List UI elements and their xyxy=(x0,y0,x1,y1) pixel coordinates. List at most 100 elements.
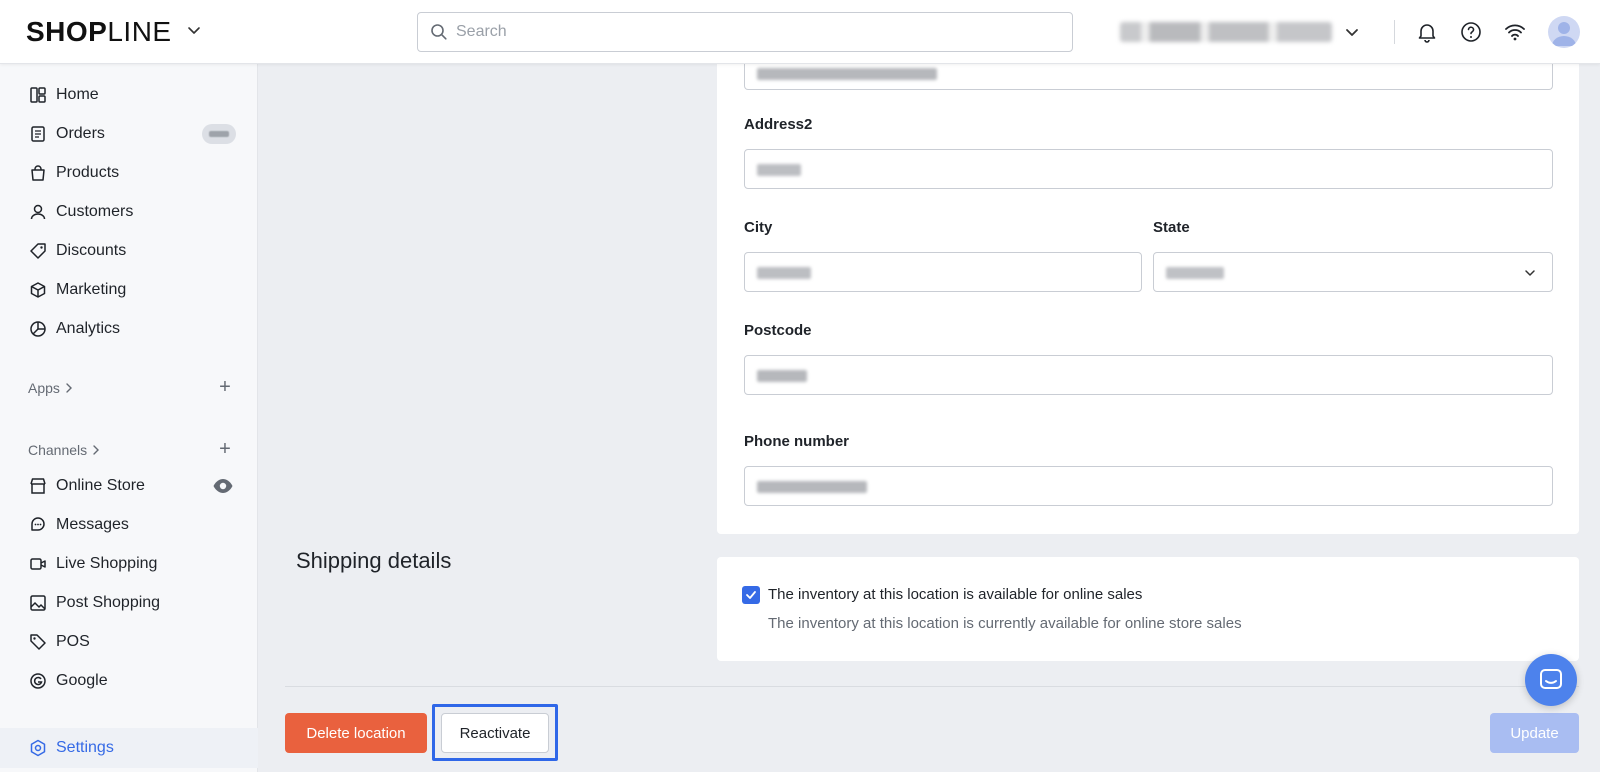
help-icon[interactable] xyxy=(1459,20,1483,44)
avatar[interactable] xyxy=(1548,16,1580,48)
bell-icon[interactable] xyxy=(1415,20,1439,44)
address-card: Address2 City State Postcode Phone numbe… xyxy=(717,58,1579,534)
sidebar-item-pos[interactable]: POS xyxy=(0,623,258,661)
orders-count-badge xyxy=(202,124,236,144)
sidebar-item-online-store[interactable]: Online Store xyxy=(0,467,258,505)
sidebar-item-orders[interactable]: Orders xyxy=(0,115,258,153)
sidebar-item-label: Google xyxy=(56,672,108,689)
sidebar-item-label: Marketing xyxy=(56,281,127,298)
chevron-right-icon xyxy=(93,445,100,455)
sidebar-item-label: Live Shopping xyxy=(56,555,158,572)
sidebar-item-label: Settings xyxy=(56,739,114,756)
reactivate-button[interactable]: Reactivate xyxy=(441,713,549,753)
search-box[interactable] xyxy=(417,12,1073,52)
delete-location-button[interactable]: Delete location xyxy=(285,713,427,753)
online-sales-help-text: The inventory at this location is curren… xyxy=(768,615,1242,632)
logo-bold-text: SHOP xyxy=(26,16,108,47)
chevron-down-icon[interactable] xyxy=(186,22,202,38)
online-sales-checkbox[interactable] xyxy=(742,586,760,604)
postcode-label: Postcode xyxy=(744,322,812,339)
sidebar-item-settings[interactable]: Settings xyxy=(0,728,258,768)
address2-label: Address2 xyxy=(744,116,813,133)
shipping-details-title: Shipping details xyxy=(296,548,452,573)
sidebar-item-analytics[interactable]: Analytics xyxy=(0,310,258,348)
video-icon xyxy=(28,554,48,574)
chat-bubble-icon xyxy=(1540,669,1562,689)
sidebar-item-discounts[interactable]: Discounts xyxy=(0,232,258,270)
user-avatar-icon xyxy=(1552,22,1576,46)
address2-field[interactable] xyxy=(744,149,1553,189)
online-sales-label[interactable]: The inventory at this location is availa… xyxy=(768,586,1142,603)
sidebar-item-label: Analytics xyxy=(56,320,121,337)
footer-divider xyxy=(285,686,1579,687)
add-channel-plus-icon[interactable]: + xyxy=(216,439,234,459)
checkmark-icon xyxy=(746,591,756,599)
sidebar-item-home[interactable]: Home xyxy=(0,76,258,114)
sidebar-item-label: Discounts xyxy=(56,242,127,259)
chat-icon xyxy=(28,515,48,535)
sidebar-item-live-shopping[interactable]: Live Shopping xyxy=(0,545,258,583)
chevron-down-icon xyxy=(1525,270,1535,276)
sidebar-item-marketing[interactable]: Marketing xyxy=(0,271,258,309)
sidebar-item-label: Orders xyxy=(56,125,105,142)
state-value-blurred xyxy=(1166,267,1224,279)
sidebar-item-label: Products xyxy=(56,164,120,181)
channels-section-link[interactable]: Channels xyxy=(28,442,102,458)
update-button[interactable]: Update xyxy=(1490,713,1579,753)
pos-tag-icon xyxy=(28,632,48,652)
google-icon xyxy=(28,671,48,691)
sidebar-item-label: Customers xyxy=(56,203,134,220)
main-content: Address2 City State Postcode Phone numbe… xyxy=(259,58,1600,772)
sidebar-item-messages[interactable]: Messages xyxy=(0,506,258,544)
phone-field[interactable] xyxy=(744,466,1553,506)
sidebar-item-post-shopping[interactable]: Post Shopping xyxy=(0,584,258,622)
eye-icon[interactable] xyxy=(212,475,234,497)
sidebar-item-label: Online Store xyxy=(56,477,145,494)
chevron-right-icon xyxy=(66,383,72,393)
search-icon xyxy=(431,24,447,40)
person-icon xyxy=(28,202,48,222)
postcode-field[interactable] xyxy=(744,355,1553,395)
phone-label: Phone number xyxy=(744,433,850,450)
address1-value-blurred xyxy=(757,68,937,80)
chat-support-button[interactable] xyxy=(1525,654,1577,706)
orders-icon xyxy=(28,124,48,144)
image-icon xyxy=(28,593,48,613)
pie-icon xyxy=(28,319,48,339)
logo-light-text: LINE xyxy=(107,16,172,47)
wifi-icon[interactable] xyxy=(1503,20,1527,44)
chevron-down-icon[interactable] xyxy=(1342,22,1362,42)
sidebar-item-google[interactable]: Google xyxy=(0,662,258,700)
settings-icon xyxy=(28,738,48,758)
sidebar-item-label: POS xyxy=(56,633,90,650)
postcode-value-blurred xyxy=(757,370,807,382)
top-bar: SHOP LINE xyxy=(0,0,1600,64)
add-app-plus-icon[interactable]: + xyxy=(216,377,234,397)
header-divider xyxy=(1394,20,1395,44)
sidebar-item-label: Messages xyxy=(56,516,129,533)
sidebar: Home Orders Products Customers Discounts… xyxy=(0,64,258,772)
apps-section-link[interactable]: Apps xyxy=(28,380,75,396)
bag-icon xyxy=(28,163,48,183)
phone-value-blurred xyxy=(757,481,867,493)
store-icon xyxy=(28,476,48,496)
tag-icon xyxy=(28,241,48,261)
sidebar-item-label: Home xyxy=(56,86,99,103)
search-input[interactable] xyxy=(456,23,1036,41)
city-label: City xyxy=(744,219,773,236)
home-icon xyxy=(28,85,48,105)
apps-label: Apps xyxy=(28,380,60,396)
cube-icon xyxy=(28,280,48,300)
city-value-blurred xyxy=(757,267,811,279)
shipping-card: The inventory at this location is availa… xyxy=(717,557,1579,661)
channels-label: Channels xyxy=(28,442,88,458)
sidebar-item-products[interactable]: Products xyxy=(0,154,258,192)
store-name-blurred[interactable] xyxy=(1120,22,1332,42)
address2-value-blurred xyxy=(757,164,801,176)
sidebar-item-customers[interactable]: Customers xyxy=(0,193,258,231)
state-label: State xyxy=(1153,219,1190,236)
state-select[interactable] xyxy=(1153,252,1553,292)
shopline-logo[interactable]: SHOP LINE xyxy=(26,16,172,48)
city-field[interactable] xyxy=(744,252,1142,292)
sidebar-item-label: Post Shopping xyxy=(56,594,161,611)
